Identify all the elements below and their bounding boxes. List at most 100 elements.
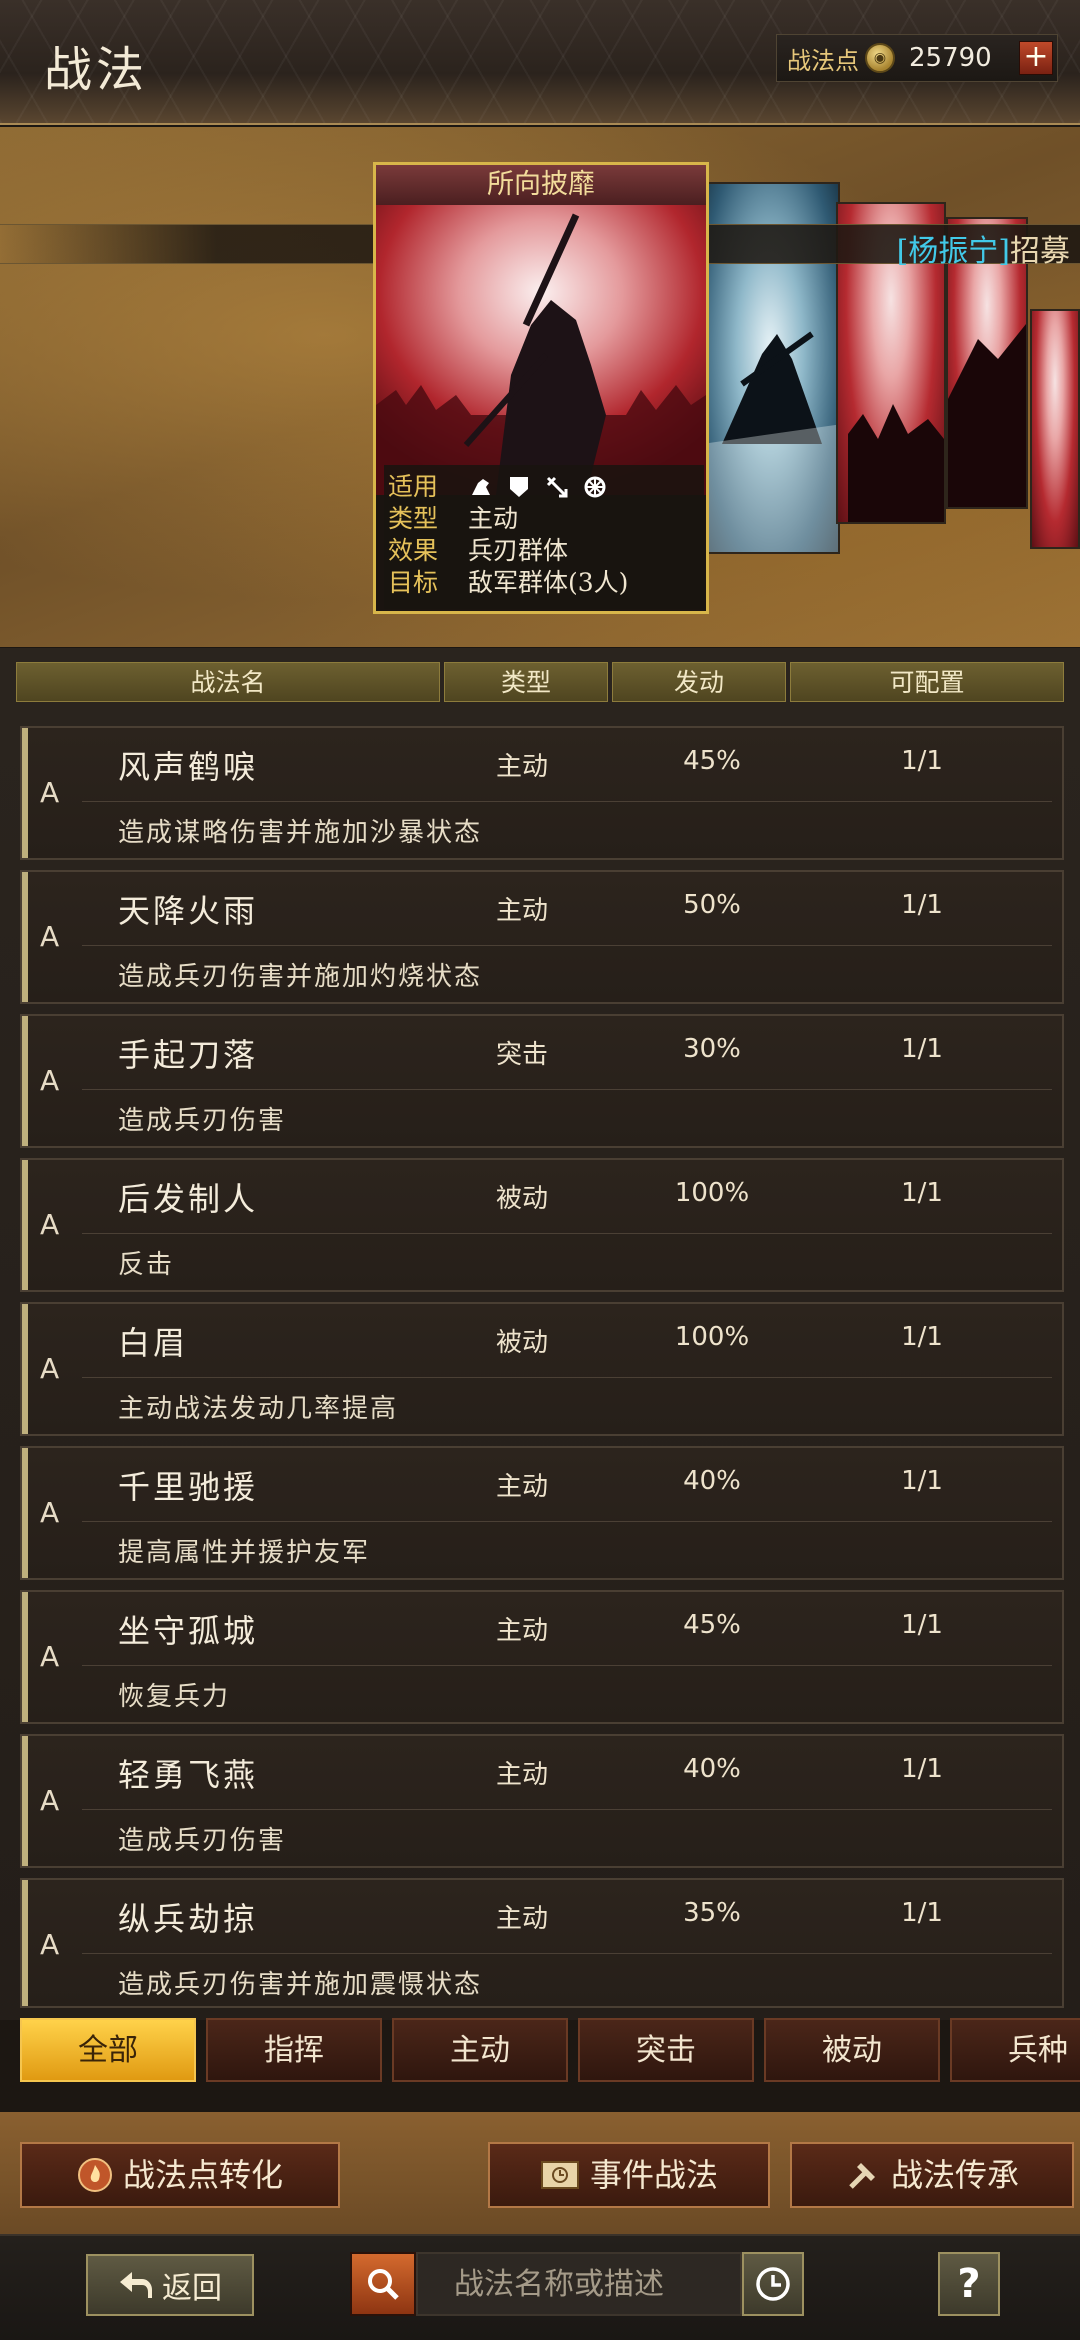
tactic-type: 主动 bbox=[496, 752, 549, 782]
divider bbox=[82, 1521, 1052, 1522]
tab-command[interactable]: 指挥 bbox=[206, 2018, 382, 2082]
card-title: 所向披靡 bbox=[376, 165, 706, 205]
tactic-name: 纵兵劫掠 bbox=[118, 1900, 259, 1938]
tactic-name: 轻勇飞燕 bbox=[118, 1756, 259, 1794]
tab-troop[interactable]: 兵种 bbox=[950, 2018, 1080, 2082]
divider bbox=[82, 1233, 1052, 1234]
scroll-icon bbox=[540, 2161, 579, 2189]
tactic-config: 1/1 bbox=[901, 1754, 943, 1784]
tactic-desc: 造成兵刃伤害并施加震慑状态 bbox=[118, 1970, 483, 2000]
info-key: 类型 bbox=[388, 504, 439, 533]
header: 战法 战法点 ◉ 25790 + bbox=[0, 0, 1080, 125]
divider bbox=[82, 945, 1052, 946]
tab-assault[interactable]: 突击 bbox=[578, 2018, 754, 2082]
event-tactics-button[interactable]: 事件战法 bbox=[488, 2142, 770, 2208]
info-row-applicable: 适用 bbox=[388, 471, 700, 503]
convert-points-button[interactable]: 战法点转化 bbox=[20, 2142, 340, 2208]
tactic-rate: 35% bbox=[683, 1898, 741, 1928]
tactic-row[interactable]: A 坐守孤城 主动 45% 1/1 恢复兵力 bbox=[20, 1590, 1064, 1724]
tab-all[interactable]: 全部 bbox=[20, 2018, 196, 2082]
tactic-config: 1/1 bbox=[901, 1898, 943, 1928]
history-button[interactable] bbox=[742, 2252, 804, 2316]
tab-passive[interactable]: 被动 bbox=[764, 2018, 940, 2082]
tactic-grade: A bbox=[40, 1784, 60, 1817]
back-label: 返回 bbox=[162, 2271, 222, 2306]
divider bbox=[82, 1089, 1052, 1090]
tactic-name: 风声鹤唳 bbox=[118, 748, 259, 786]
event-tactics-label: 事件战法 bbox=[589, 2156, 718, 2194]
tactic-type: 主动 bbox=[496, 1616, 549, 1646]
tactic-row[interactable]: A 天降火雨 主动 50% 1/1 造成兵刃伤害并施加灼烧状态 bbox=[20, 870, 1064, 1004]
add-points-button[interactable]: + bbox=[1019, 41, 1053, 75]
recruit-label: 招募 bbox=[1010, 234, 1070, 269]
tactic-rate: 45% bbox=[683, 746, 741, 776]
help-button[interactable]: ? bbox=[938, 2252, 1000, 2316]
tactic-desc: 造成兵刃伤害 bbox=[118, 1106, 287, 1136]
tactic-rate: 40% bbox=[683, 1754, 741, 1784]
tactic-config: 1/1 bbox=[901, 1610, 943, 1640]
tactic-rate: 45% bbox=[683, 1610, 741, 1640]
tactic-rate: 50% bbox=[683, 890, 741, 920]
tactic-row[interactable]: A 白眉 被动 100% 1/1 主动战法发动几率提高 bbox=[20, 1302, 1064, 1436]
divider bbox=[82, 1953, 1052, 1954]
tactic-type: 被动 bbox=[496, 1328, 549, 1358]
troop-type-icons bbox=[468, 471, 608, 503]
tactic-rate: 100% bbox=[674, 1322, 750, 1352]
info-row-effect: 效果 兵刃群体 bbox=[388, 535, 700, 567]
tactic-desc: 提高属性并援护友军 bbox=[118, 1538, 371, 1568]
tactic-name: 白眉 bbox=[118, 1324, 189, 1362]
tactic-row[interactable]: A 风声鹤唳 主动 45% 1/1 造成谋略伤害并施加沙暴状态 bbox=[20, 726, 1064, 860]
tactic-name: 坐守孤城 bbox=[118, 1612, 259, 1650]
tab-active[interactable]: 主动 bbox=[392, 2018, 568, 2082]
page-title: 战法 bbox=[44, 42, 149, 98]
tactic-grade: A bbox=[40, 1928, 60, 1961]
tactic-grade: A bbox=[40, 1352, 60, 1385]
column-header-type[interactable]: 类型 bbox=[444, 662, 608, 702]
search-button[interactable] bbox=[350, 2252, 416, 2316]
tactic-name: 千里驰援 bbox=[118, 1468, 259, 1506]
recruit-text[interactable]: [杨振宁]招募 bbox=[897, 226, 1070, 270]
tactic-grade: A bbox=[40, 920, 60, 953]
tactic-config: 1/1 bbox=[901, 1466, 943, 1496]
column-header-rate[interactable]: 发动 bbox=[612, 662, 786, 702]
coin-icon: ◉ bbox=[865, 43, 895, 73]
tactic-desc: 主动战法发动几率提高 bbox=[118, 1394, 399, 1424]
preview-card-5[interactable] bbox=[1030, 309, 1080, 549]
tactic-config: 1/1 bbox=[901, 1322, 943, 1352]
column-header-name[interactable]: 战法名 bbox=[16, 662, 440, 702]
selected-tactic-card[interactable]: 所向披靡 适用 类型 主动 效果 兵刃群体 目标 敌军群体(3人) bbox=[373, 162, 709, 614]
points-label: 战法点 bbox=[787, 46, 859, 75]
tactic-list-panel: 战法名 类型 发动 可配置 A 风声鹤唳 主动 45% 1/1 造成谋略伤害并施… bbox=[0, 648, 1080, 2020]
divider bbox=[82, 1665, 1052, 1666]
back-button[interactable]: 返回 bbox=[86, 2254, 254, 2316]
tactic-desc: 造成兵刃伤害 bbox=[118, 1826, 287, 1856]
inherit-tactics-button[interactable]: 战法传承 bbox=[790, 2142, 1074, 2208]
tactic-type: 主动 bbox=[496, 1472, 549, 1502]
tactic-row[interactable]: A 后发制人 被动 100% 1/1 反击 bbox=[20, 1158, 1064, 1292]
tactic-desc: 造成谋略伤害并施加沙暴状态 bbox=[118, 818, 483, 848]
card-art bbox=[376, 205, 706, 495]
action-bar: 战法点转化 事件战法 战法传承 bbox=[0, 2112, 1080, 2234]
tactic-config: 1/1 bbox=[901, 1178, 943, 1208]
recruit-general-name: [杨振宁] bbox=[896, 234, 1010, 269]
tactic-desc: 恢复兵力 bbox=[118, 1682, 231, 1712]
tactic-row[interactable]: A 轻勇飞燕 主动 40% 1/1 造成兵刃伤害 bbox=[20, 1734, 1064, 1868]
hammer-icon bbox=[849, 2163, 875, 2189]
search-input[interactable] bbox=[416, 2252, 742, 2316]
info-key: 适用 bbox=[388, 472, 439, 501]
column-header-config[interactable]: 可配置 bbox=[790, 662, 1064, 702]
tactic-type: 被动 bbox=[496, 1184, 549, 1214]
points-value: 25790 bbox=[909, 43, 992, 73]
tactic-row[interactable]: A 手起刀落 突击 30% 1/1 造成兵刃伤害 bbox=[20, 1014, 1064, 1148]
tactic-rate: 40% bbox=[683, 1466, 741, 1496]
back-arrow-icon bbox=[120, 2272, 152, 2298]
tactic-name: 后发制人 bbox=[118, 1180, 259, 1218]
convert-points-label: 战法点转化 bbox=[122, 2156, 283, 2194]
tactic-row[interactable]: A 纵兵劫掠 主动 35% 1/1 造成兵刃伤害并施加震慑状态 bbox=[20, 1878, 1064, 2008]
tactic-rate: 100% bbox=[674, 1178, 750, 1208]
tactic-config: 1/1 bbox=[901, 1034, 943, 1064]
tactic-row[interactable]: A 千里驰援 主动 40% 1/1 提高属性并援护友军 bbox=[20, 1446, 1064, 1580]
tactic-desc: 反击 bbox=[118, 1250, 175, 1280]
search-icon bbox=[368, 2269, 399, 2300]
clock-icon bbox=[756, 2267, 790, 2301]
